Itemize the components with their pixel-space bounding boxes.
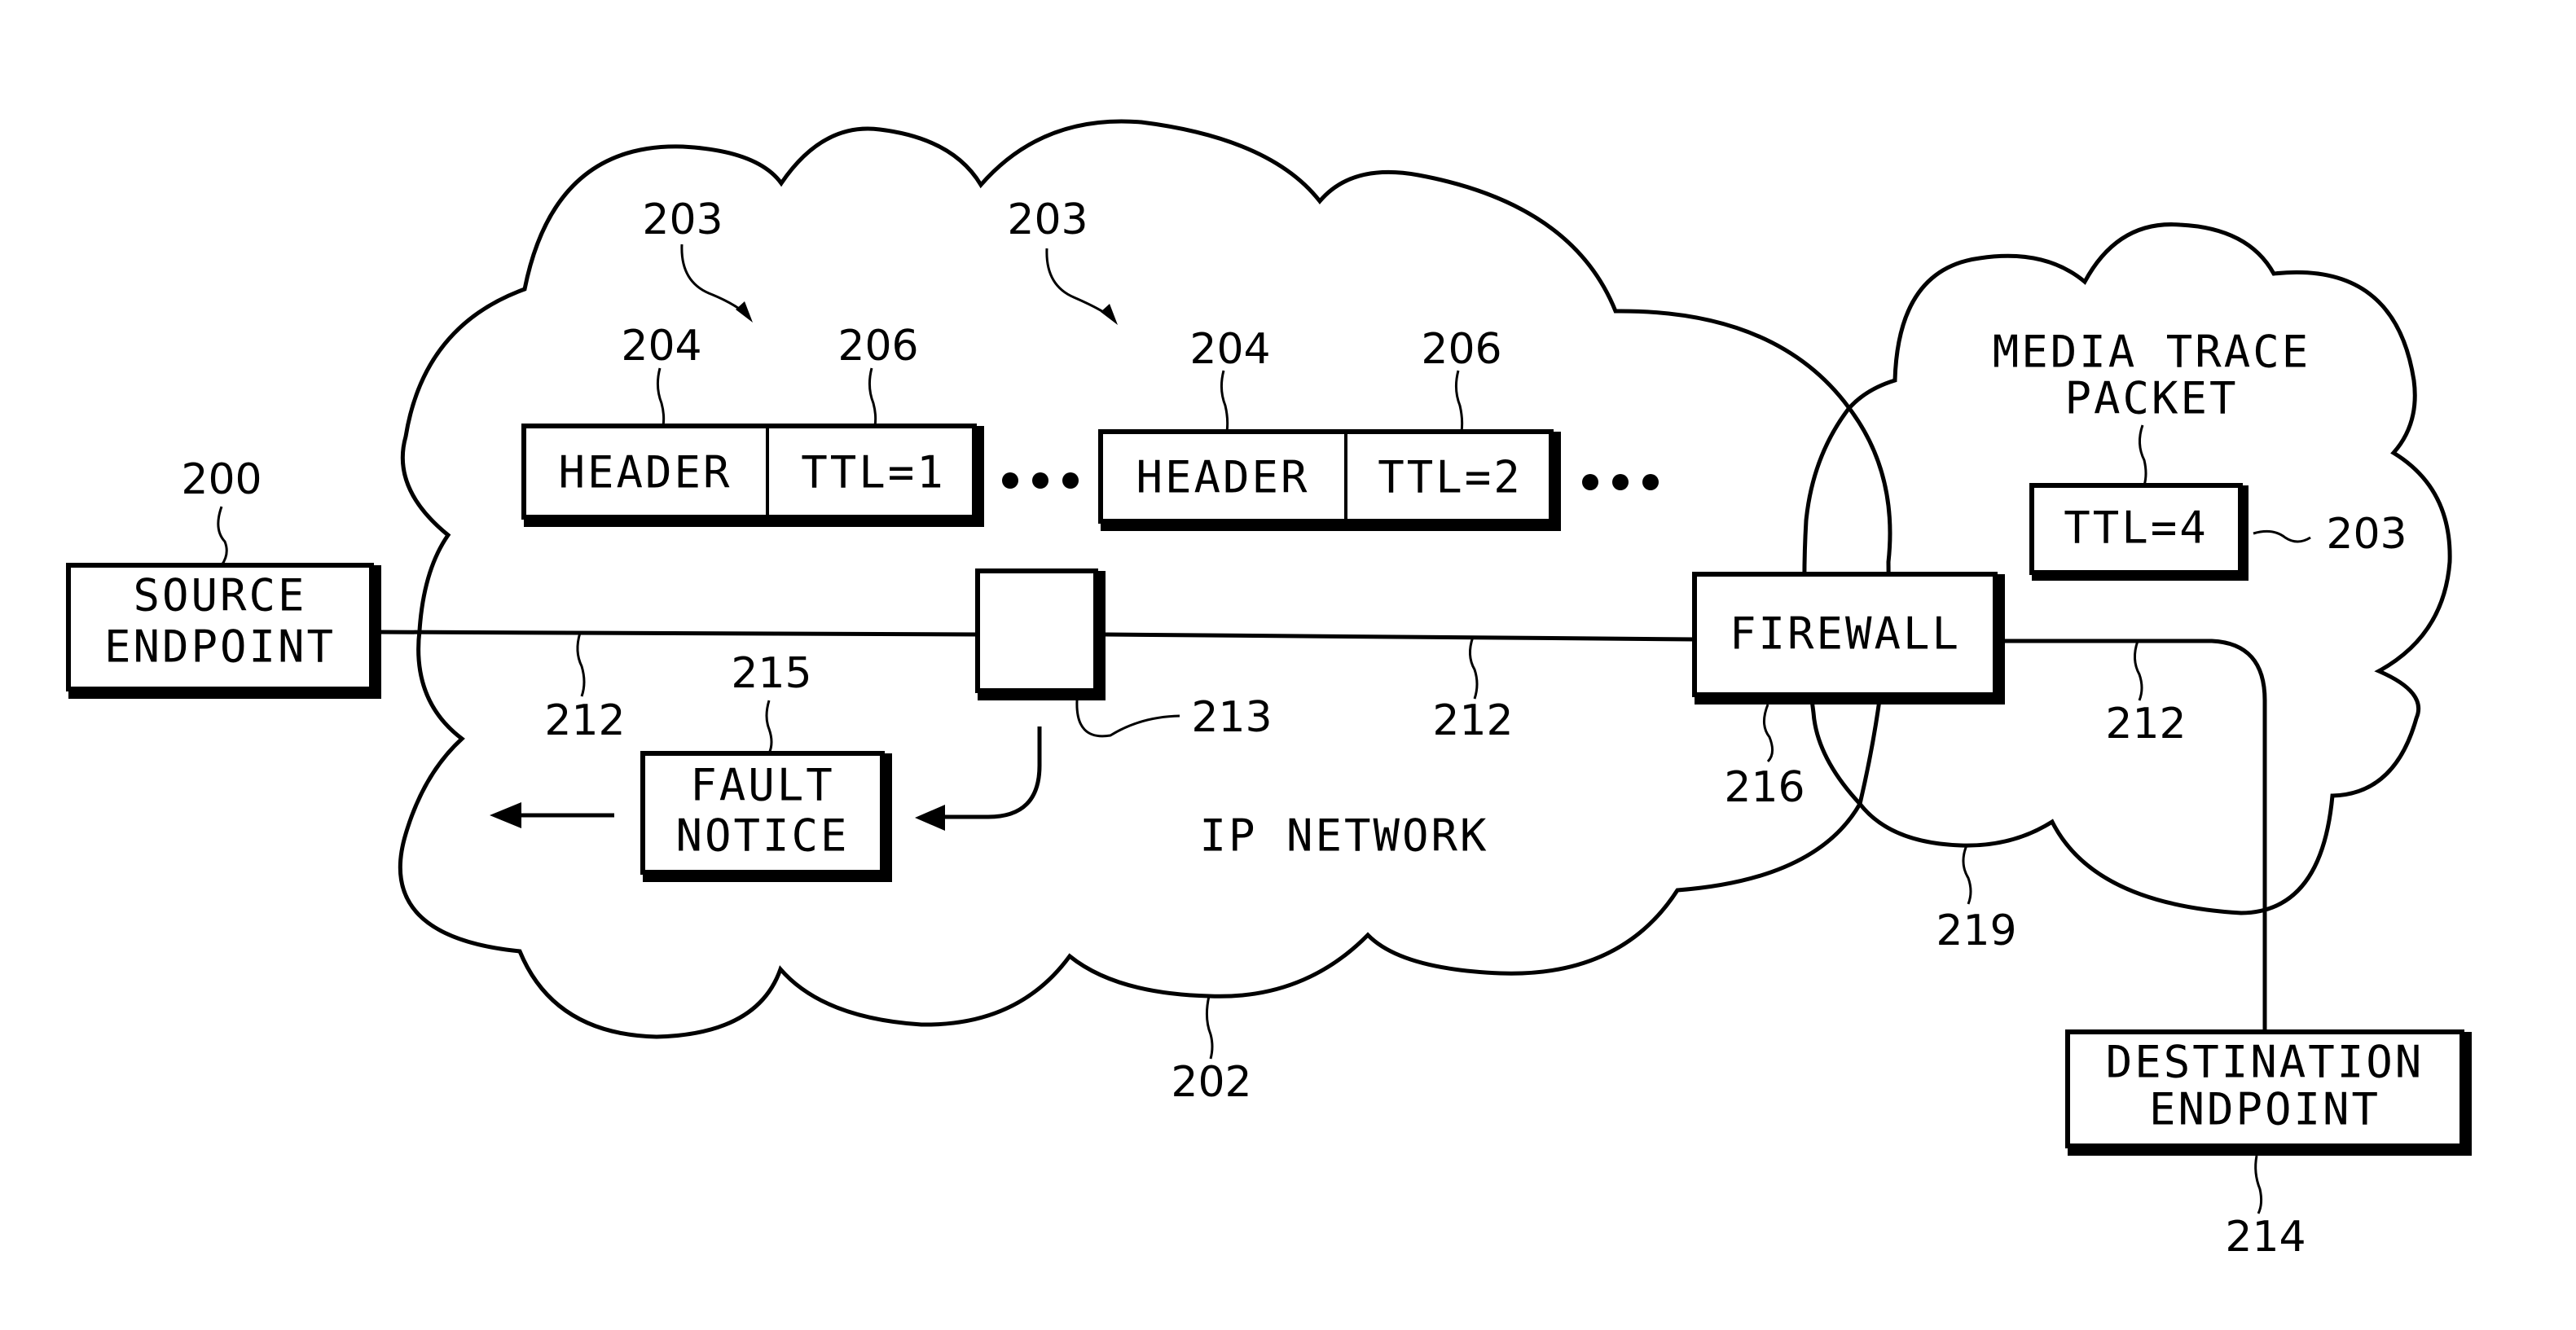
router-node bbox=[975, 568, 1106, 700]
media-trace-title-line2: PACKET bbox=[2064, 373, 2238, 424]
packet-1: HEADER TTL=1 bbox=[521, 424, 984, 527]
packet-1-header: HEADER bbox=[558, 447, 732, 498]
packet-2-ref-arrowhead bbox=[1101, 304, 1118, 325]
packet-1-header-leader bbox=[656, 367, 666, 427]
packet-1-ttl: TTL=1 bbox=[801, 447, 946, 498]
ref-213-leader bbox=[1075, 700, 1180, 738]
packet-1-ref-arrow bbox=[680, 244, 746, 315]
packet-2-ref: 203 bbox=[1007, 195, 1088, 244]
media-trace-packet-box: TTL=4 bbox=[2029, 483, 2249, 581]
ref-219: 219 bbox=[1936, 906, 2016, 955]
ref-202-leader bbox=[1205, 995, 1214, 1060]
packet-2-header-ref: 204 bbox=[1189, 325, 1270, 374]
ref-216: 216 bbox=[1724, 763, 1805, 812]
ref-214: 214 bbox=[2225, 1213, 2306, 1262]
ref-214-leader bbox=[2254, 1155, 2263, 1214]
ref-219-leader bbox=[1962, 845, 1972, 905]
source-endpoint-node: SOURCE ENDPOINT bbox=[66, 563, 381, 699]
packet-1-ttl-ref: 206 bbox=[837, 322, 918, 371]
firewall-label: FIREWALL bbox=[1730, 608, 1961, 660]
ref-215-leader bbox=[765, 700, 773, 754]
media-trace-ref-leader bbox=[2253, 529, 2311, 543]
fault-outgoing-arrowhead bbox=[490, 802, 521, 828]
ellipsis-1 bbox=[1002, 472, 1079, 489]
ip-network-label: IP NETWORK bbox=[1199, 810, 1488, 862]
destination-endpoint-node: DESTINATION ENDPOINT bbox=[2065, 1029, 2472, 1156]
source-endpoint-line2: ENDPOINT bbox=[104, 621, 336, 673]
ref-212-left-leader bbox=[576, 632, 586, 697]
packet-1-ref: 203 bbox=[642, 195, 723, 244]
network-diagram: SOURCE ENDPOINT 200 213 FAULT NOTICE 215… bbox=[66, 119, 2472, 1262]
packet-2: HEADER TTL=2 bbox=[1098, 429, 1561, 531]
media-trace-leader bbox=[2139, 424, 2147, 486]
packet-1-header-ref: 204 bbox=[621, 322, 701, 371]
media-trace-title-line1: MEDIA TRACE bbox=[1993, 327, 2311, 378]
packet-2-header-leader bbox=[1220, 370, 1229, 432]
media-trace-ttl: TTL=4 bbox=[2064, 503, 2209, 554]
router-to-fault-arrowhead bbox=[915, 805, 945, 831]
packet-2-ttl-leader bbox=[1454, 370, 1464, 432]
source-endpoint-line1: SOURCE bbox=[133, 570, 306, 621]
ref-212-right-leader bbox=[2134, 640, 2143, 701]
packet-1-ttl-leader bbox=[868, 367, 877, 427]
packet-2-ttl: TTL=2 bbox=[1378, 452, 1523, 503]
ip-network-cloud bbox=[398, 119, 1892, 1039]
ref-200: 200 bbox=[181, 455, 262, 504]
fault-notice-line2: NOTICE bbox=[675, 810, 849, 862]
packet-1-ref-arrowhead bbox=[736, 301, 753, 323]
fault-notice-node: FAULT NOTICE bbox=[640, 751, 892, 882]
packet-2-ttl-ref: 206 bbox=[1421, 325, 1501, 374]
ref-213: 213 bbox=[1191, 693, 1272, 742]
link-source-router bbox=[376, 630, 978, 637]
ref-212-right: 212 bbox=[2105, 700, 2186, 748]
ref-202: 202 bbox=[1171, 1058, 1251, 1107]
ref-212-middle-leader bbox=[1469, 636, 1479, 700]
ref-212-left: 212 bbox=[544, 696, 625, 745]
router-to-fault-arrow bbox=[937, 726, 1042, 819]
packet-2-ref-arrow bbox=[1045, 248, 1110, 318]
ellipsis-2 bbox=[1582, 474, 1659, 490]
ref-200-leader bbox=[217, 506, 228, 566]
destination-endpoint-line2: ENDPOINT bbox=[2149, 1084, 2380, 1135]
ref-216-leader bbox=[1763, 704, 1774, 763]
firewall-node: FIREWALL bbox=[1692, 572, 2005, 705]
ref-212-middle: 212 bbox=[1432, 696, 1513, 745]
link-router-firewall bbox=[1105, 632, 1695, 642]
packet-2-header: HEADER bbox=[1136, 452, 1309, 503]
fault-notice-line1: FAULT bbox=[690, 760, 835, 811]
destination-endpoint-line1: DESTINATION bbox=[2106, 1037, 2424, 1088]
media-trace-ref: 203 bbox=[2326, 510, 2407, 559]
ref-215: 215 bbox=[731, 649, 811, 698]
